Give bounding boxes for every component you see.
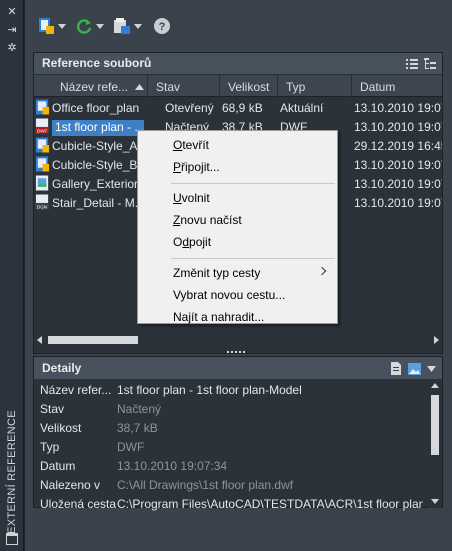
palette-title: EXTERNÍ REFERENCE (6, 410, 18, 534)
menu-item[interactable]: Znovu načíst (140, 210, 335, 230)
column-header-size[interactable]: Velikost (220, 75, 278, 97)
column-header-type[interactable]: Typ (278, 75, 352, 97)
detail-label: Datum (40, 459, 76, 473)
chevron-right-icon (317, 266, 327, 276)
dwg-file-icon (35, 156, 50, 172)
details-view-icon[interactable] (390, 362, 402, 375)
reference-name: Office floor_plan (52, 101, 140, 115)
reference-name: Gallery_Exterior... (52, 177, 144, 191)
context-menu: Otevřít Připojit... Uvolnit Znovu načíst Odp… (137, 130, 338, 324)
detail-row: Název refer... 1st floor plan - 1st floor… (34, 381, 426, 400)
detail-value: 13.10.2010 19:07:34 (117, 459, 228, 473)
reference-size: 68,9 kB (222, 101, 263, 115)
svg-text:?: ? (159, 21, 166, 33)
column-header-date[interactable]: Datum (352, 75, 442, 97)
reference-date: 13.10.2010 19:07.. (354, 101, 442, 115)
detail-value: C:\All Drawings\1st floor plan.dwf (117, 478, 294, 492)
help-button[interactable]: ? (153, 14, 171, 38)
column-header-row: Název refe... Stav Velikost Typ Datum (34, 75, 442, 97)
reference-name: Cubicle-Style_A (52, 139, 138, 153)
change-path-button[interactable] (113, 14, 142, 38)
dwg-file-icon (35, 137, 50, 153)
svg-text:DGN: DGN (37, 205, 47, 210)
menu-item[interactable]: Najít a nahradit... (140, 307, 335, 327)
detail-row: Typ DWF (34, 438, 426, 457)
file-references-title: Reference souborů (34, 53, 442, 74)
change-path-icon (114, 18, 130, 34)
image-file-icon (35, 175, 49, 191)
tree-view-icon[interactable] (424, 58, 436, 70)
horizontal-scrollbar[interactable] (34, 333, 442, 347)
menu-item[interactable]: Vybrat novou cestu... (140, 285, 335, 305)
palette-menu-icon[interactable] (6, 533, 18, 545)
settings-gear-icon[interactable]: ✲ (5, 42, 19, 54)
detail-row: Nalezeno v C:\All Drawings\1st floor plan… (34, 476, 426, 495)
panel-splitter[interactable] (33, 349, 443, 355)
scroll-thumb[interactable] (48, 336, 138, 344)
detail-row: Velikost 38,7 kB (34, 419, 426, 438)
column-header-status[interactable]: Stav (148, 75, 220, 97)
reference-name: 1st floor plan - ... (52, 120, 144, 136)
detail-row: Datum 13.10.2010 19:07:34 (34, 457, 426, 476)
detail-label: Název refer... (40, 383, 112, 397)
menu-item[interactable]: Uvolnit (140, 188, 335, 208)
detail-value: DWF (117, 440, 145, 454)
column-header-name[interactable]: Název refe... (52, 75, 148, 97)
scroll-thumb[interactable] (431, 395, 439, 455)
refresh-icon (77, 19, 92, 34)
dwf-file-icon: DWF (35, 118, 49, 134)
detail-row: Stav Načtený (34, 400, 426, 419)
toolbar: ? (25, 0, 452, 52)
detail-value: 38,7 kB (117, 421, 158, 435)
close-icon[interactable]: ✕ (5, 6, 19, 18)
reference-status: Otevřený (165, 101, 214, 115)
reference-date: 13.10.2010 19:07.. (354, 177, 442, 191)
menu-item[interactable]: Otevřít (140, 135, 335, 155)
help-icon: ? (154, 18, 170, 34)
scroll-down-icon[interactable] (431, 499, 439, 504)
attach-dwg-icon (39, 18, 54, 34)
sort-ascending-icon (135, 84, 145, 90)
palette-side-strip: ✕ ⇥ ✲ EXTERNÍ REFERENCE (0, 0, 24, 551)
menu-separator (171, 258, 335, 259)
reference-date: 13.10.2010 19:07.. (354, 120, 442, 134)
menu-item[interactable]: Změnit typ cesty (140, 263, 335, 283)
details-title: Detaily (34, 357, 442, 379)
reference-date: 29.12.2019 16:45.. (354, 139, 442, 153)
reference-type: Aktuální (280, 101, 324, 115)
detail-value: C:\Program Files\AutoCAD\TESTDATA\ACR\1s… (117, 497, 423, 511)
detail-value: 1st floor plan - 1st floor plan-Model (117, 383, 302, 397)
preview-image-icon[interactable] (408, 362, 421, 375)
dwg-file-icon (35, 99, 50, 115)
svg-text:DWF: DWF (37, 129, 48, 134)
autohide-icon[interactable]: ⇥ (5, 24, 19, 36)
vertical-scrollbar[interactable] (428, 379, 442, 508)
reference-name: Stair_Detail - M... (52, 196, 144, 210)
dgn-file-icon: DGN (35, 194, 49, 210)
reference-date: 13.10.2010 19:07.. (354, 158, 442, 172)
detail-row: Uložená cesta C:\Program Files\AutoCAD\TE… (34, 495, 426, 514)
details-panel: Detaily Název refer... 1st floor plan - 1… (33, 356, 443, 511)
scroll-left-icon[interactable] (37, 336, 42, 344)
menu-separator (171, 183, 335, 184)
detail-label: Stav (40, 402, 65, 416)
scroll-right-icon[interactable] (434, 336, 439, 344)
attach-button[interactable] (37, 14, 66, 38)
table-row[interactable]: Office floor_plan Otevřený 68,9 kB Aktuální… (34, 98, 442, 117)
menu-item[interactable]: Odpojit (140, 232, 335, 252)
refresh-button[interactable] (75, 14, 104, 38)
detail-label: Nalezeno v (40, 478, 101, 492)
scroll-up-icon[interactable] (431, 383, 439, 388)
detail-label: Uložená cesta (40, 497, 117, 511)
list-view-icon[interactable] (406, 58, 418, 70)
menu-item[interactable]: Připojit... (140, 157, 335, 177)
detail-label: Typ (40, 440, 60, 454)
detail-value: Načtený (117, 402, 162, 416)
reference-date: 13.10.2010 19:07.. (354, 196, 442, 210)
reference-name: Cubicle-Style_B (52, 158, 138, 172)
detail-label: Velikost (40, 421, 82, 435)
chevron-down-icon[interactable] (427, 365, 436, 372)
